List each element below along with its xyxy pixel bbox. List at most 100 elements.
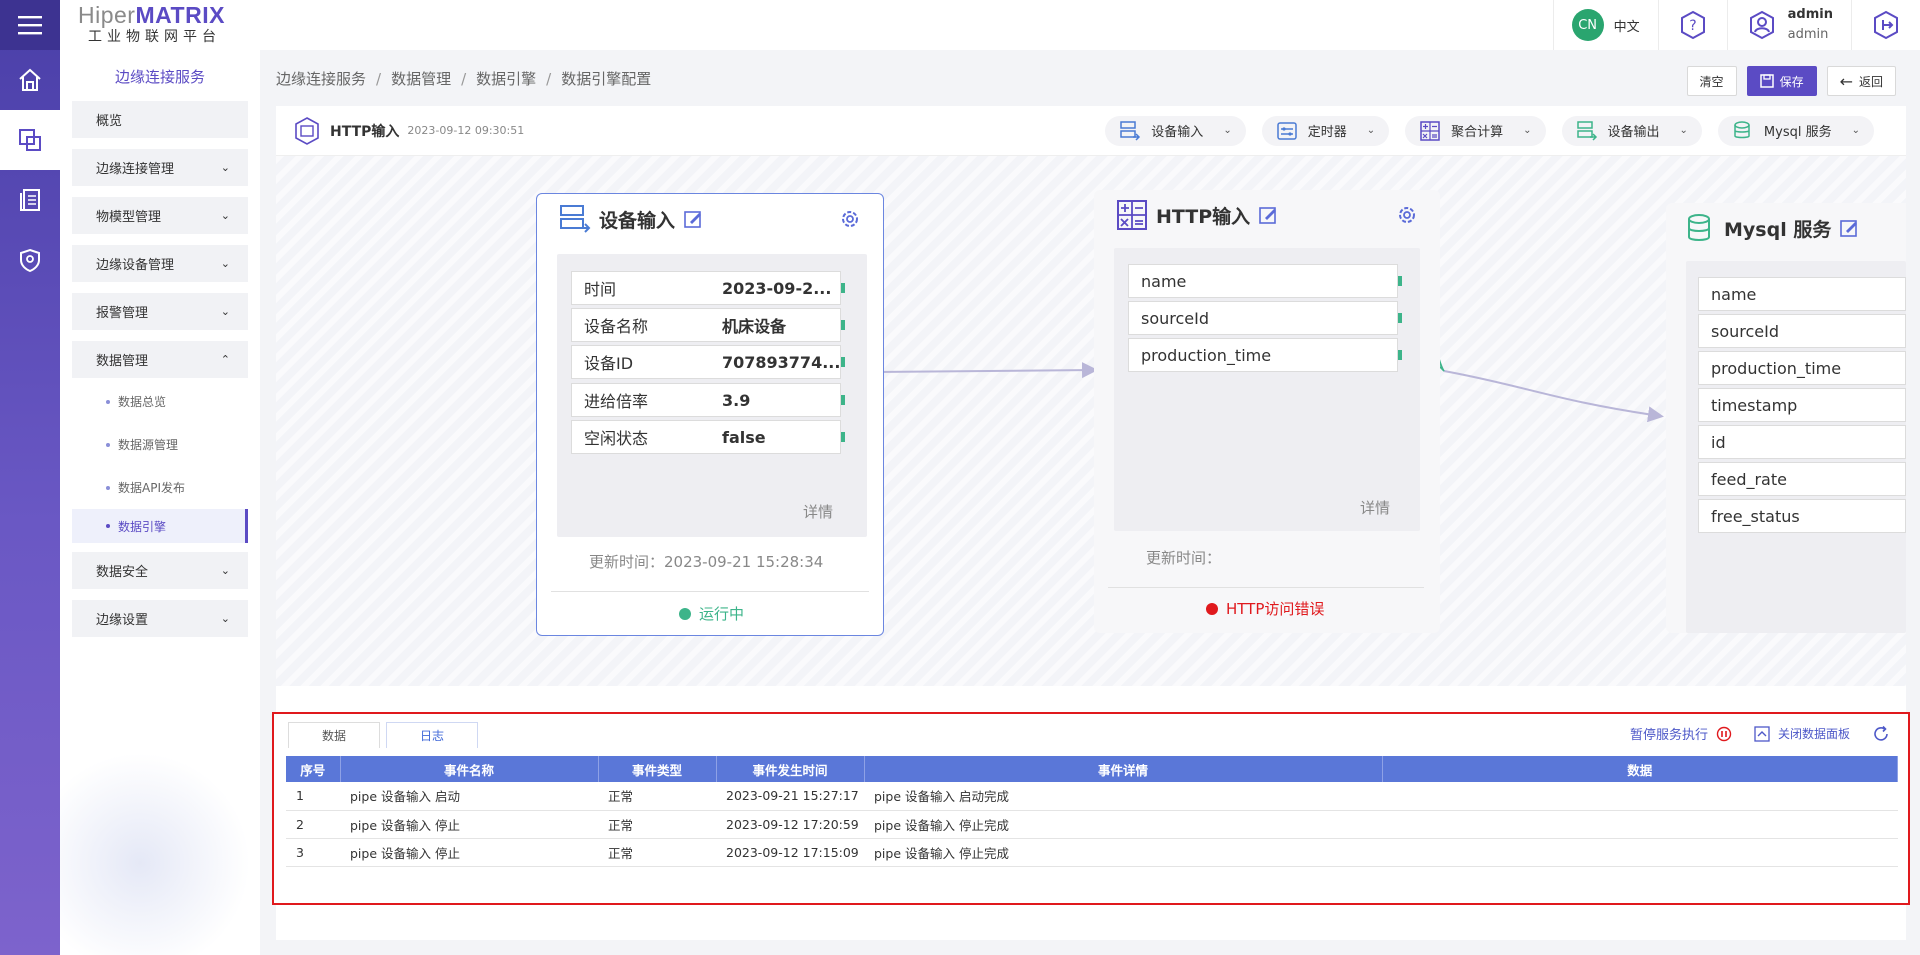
- sidebar-item-edge-settings[interactable]: 边缘设置 ⌄: [72, 600, 248, 637]
- field-row[interactable]: timestamp: [1698, 388, 1906, 422]
- sidebar-item-alarm[interactable]: 报警管理 ⌄: [72, 293, 248, 330]
- tab-log[interactable]: 日志: [386, 722, 478, 748]
- breadcrumb-item[interactable]: 边缘连接服务: [276, 70, 366, 88]
- clear-button[interactable]: 清空: [1686, 66, 1737, 96]
- field-row[interactable]: 进给倍率 3.9: [571, 383, 841, 417]
- table-cell: 3: [286, 838, 340, 867]
- table-cell: pipe 设备输入 停止完成: [864, 810, 1382, 839]
- rail-edge-connect[interactable]: [0, 110, 60, 170]
- node-title: 设备输入: [599, 209, 676, 232]
- field-port[interactable]: [841, 357, 845, 367]
- palette-device-input[interactable]: 设备输入 ⌄: [1105, 115, 1246, 146]
- field-row[interactable]: 设备名称 机床设备: [571, 308, 841, 342]
- field-row[interactable]: production_time: [1128, 338, 1398, 372]
- language-switch[interactable]: CN 中文: [1552, 0, 1658, 50]
- user-menu[interactable]: admin admin: [1726, 0, 1851, 50]
- pause-service-button[interactable]: 暂停服务执行: [1630, 724, 1732, 743]
- table-cell: [1382, 782, 1898, 811]
- column-header: 序号: [286, 756, 341, 782]
- sidebar-decoration: [60, 725, 260, 955]
- rail-security[interactable]: [0, 230, 60, 290]
- edit-icon[interactable]: [1258, 205, 1278, 225]
- field-name: 进给倍率: [584, 392, 649, 411]
- calculator-icon: [1117, 200, 1147, 230]
- sidebar-subitem-data-api[interactable]: 数据API发布: [72, 466, 248, 509]
- updated-time: 更新时间：: [1146, 549, 1222, 567]
- icon-rail: [0, 0, 60, 955]
- table-cell: pipe 设备输入 启动完成: [864, 782, 1382, 811]
- gear-icon[interactable]: [839, 208, 861, 230]
- sidebar-item-label: 边缘连接管理: [96, 162, 175, 177]
- field-port[interactable]: [1398, 276, 1402, 286]
- sidebar-subitem-data-engine[interactable]: 数据引擎: [72, 509, 248, 543]
- sidebar-item-data-mgmt[interactable]: 数据管理 ⌃: [72, 341, 248, 378]
- sidebar-subitem-data-overview[interactable]: 数据总览: [72, 380, 248, 423]
- palette-timer[interactable]: 定时器 ⌄: [1261, 115, 1390, 146]
- node-mysql[interactable]: Mysql 服务 name sourceId production_time t…: [1666, 203, 1906, 633]
- sidebar-item-overview[interactable]: 概览: [72, 101, 248, 138]
- field-port[interactable]: [1398, 313, 1402, 323]
- tab-data[interactable]: 数据: [288, 722, 380, 748]
- field-row[interactable]: 空闲状态 false: [571, 420, 841, 454]
- field-row[interactable]: free_status: [1698, 499, 1906, 533]
- field-port[interactable]: [841, 432, 845, 442]
- sidebar-item-edge-device[interactable]: 边缘设备管理 ⌄: [72, 245, 248, 282]
- detail-link[interactable]: 详情: [1360, 497, 1390, 518]
- field-row[interactable]: production_time: [1698, 351, 1906, 385]
- breadcrumb-item[interactable]: 数据管理: [391, 70, 451, 88]
- table-row[interactable]: 2 pipe 设备输入 停止 正常 2023-09-12 17:20:59 pi…: [286, 810, 1898, 839]
- bullet-icon: [106, 485, 110, 490]
- table-cell: 2023-09-12 17:15:09: [716, 838, 864, 867]
- detail-link[interactable]: 详情: [803, 501, 833, 522]
- node-device-input[interactable]: 设备输入 时间 2023-09-2... 设备名称 机床设备 设备ID 7078937…: [536, 193, 884, 636]
- sidebar-item-edge-connect[interactable]: 边缘连接管理 ⌄: [72, 149, 248, 186]
- sidebar-item-label: 物模型管理: [96, 210, 162, 225]
- node-http-input[interactable]: HTTP输入 name sourceId production_time 详情 …: [1094, 190, 1440, 633]
- sidebar-item-data-security[interactable]: 数据安全 ⌄: [72, 552, 248, 589]
- sidebar-item-thing-model[interactable]: 物模型管理 ⌄: [72, 197, 248, 234]
- status-text: 运行中: [699, 605, 745, 623]
- palette-device-output[interactable]: 设备输出 ⌄: [1561, 115, 1702, 146]
- flow-title-time: 2023-09-12 09:30:51: [407, 124, 525, 137]
- field-value: 2023-09-2...: [722, 278, 832, 298]
- field-port[interactable]: [1398, 350, 1402, 360]
- field-row[interactable]: sourceId: [1128, 301, 1398, 335]
- rail-documents[interactable]: [0, 170, 60, 230]
- sidebar-item-label: 边缘设备管理: [96, 258, 175, 273]
- edit-icon[interactable]: [1839, 218, 1859, 238]
- edit-icon[interactable]: [683, 209, 703, 229]
- rail-home[interactable]: [0, 50, 60, 110]
- field-value: false: [722, 427, 766, 447]
- refresh-icon[interactable]: [1872, 725, 1890, 743]
- flow-edges: [721, 269, 1664, 423]
- field-row[interactable]: sourceId: [1698, 314, 1906, 348]
- field-port[interactable]: [841, 320, 845, 330]
- breadcrumb-item[interactable]: 数据引擎: [476, 70, 536, 88]
- field-row[interactable]: feed_rate: [1698, 462, 1906, 496]
- sidebar-subitem-label: 数据引擎: [118, 519, 167, 534]
- palette-mysql[interactable]: Mysql 服务 ⌄: [1717, 115, 1874, 146]
- field-row[interactable]: 设备ID 707893774...: [571, 345, 841, 379]
- table-row[interactable]: 1 pipe 设备输入 启动 正常 2023-09-21 15:27:17 pi…: [286, 782, 1898, 811]
- save-button[interactable]: 保存: [1746, 66, 1817, 96]
- chevron-down-icon: ⌄: [220, 564, 230, 577]
- flow-canvas[interactable]: 设备输入 时间 2023-09-2... 设备名称 机床设备 设备ID 7078937…: [276, 156, 1906, 686]
- node-header: Mysql 服务: [1666, 203, 1906, 253]
- table-row[interactable]: 3 pipe 设备输入 停止 正常 2023-09-12 17:15:09 pi…: [286, 838, 1898, 867]
- back-button[interactable]: ← 返回: [1826, 66, 1896, 96]
- field-row[interactable]: id: [1698, 425, 1906, 459]
- close-panel-button[interactable]: 关闭数据面板: [1754, 725, 1850, 742]
- hamburger-menu-button[interactable]: [0, 0, 60, 50]
- help-button[interactable]: ?: [1657, 0, 1727, 50]
- gear-icon[interactable]: [1396, 204, 1418, 226]
- field-port[interactable]: [841, 283, 845, 293]
- sidebar-subitem-data-source[interactable]: 数据源管理: [72, 423, 248, 466]
- field-port[interactable]: [841, 395, 845, 405]
- logout-button[interactable]: [1851, 0, 1920, 50]
- clear-label: 清空: [1699, 74, 1724, 89]
- field-row[interactable]: 时间 2023-09-2...: [571, 271, 841, 305]
- user-name: admin: [1787, 7, 1833, 22]
- field-row[interactable]: name: [1128, 264, 1398, 298]
- field-row[interactable]: name: [1698, 277, 1906, 311]
- palette-aggregate[interactable]: 聚合计算 ⌄: [1405, 115, 1546, 146]
